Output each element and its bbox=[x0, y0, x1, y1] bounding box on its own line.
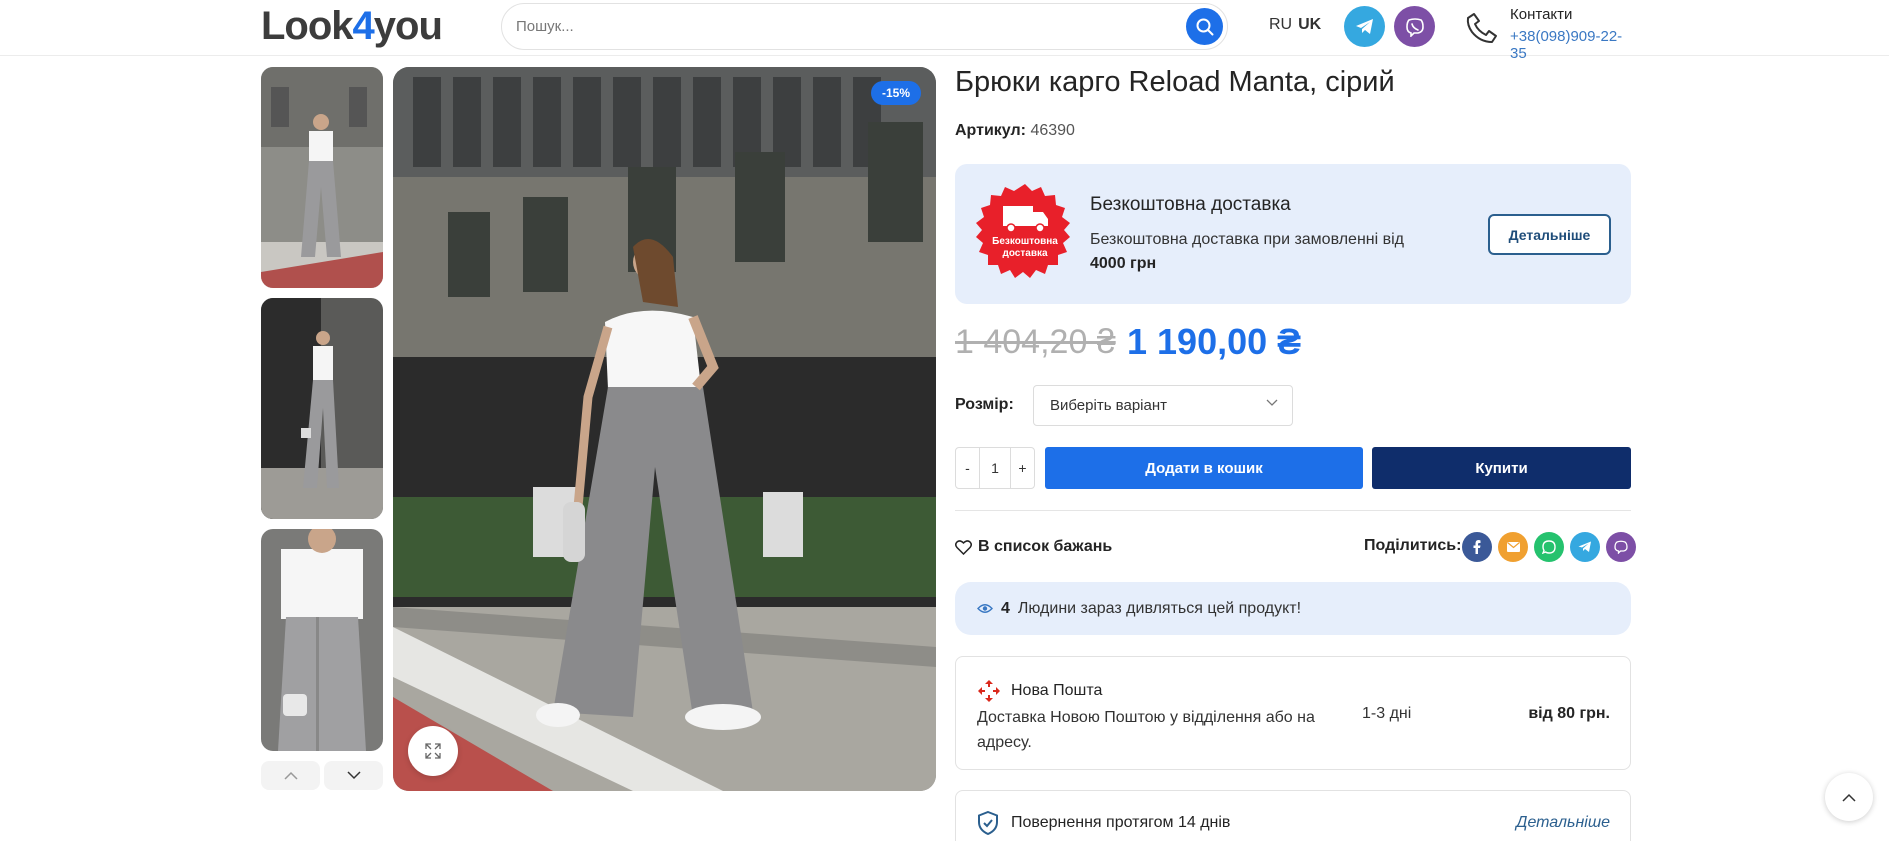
delivery-title: Безкоштовна доставка bbox=[1090, 194, 1291, 215]
quantity-minus-button[interactable]: - bbox=[956, 460, 979, 476]
telegram-button[interactable] bbox=[1344, 6, 1385, 47]
contacts-block[interactable]: Контакти +38(098)909-22-35 bbox=[1462, 6, 1632, 62]
logo-text-4: 4 bbox=[352, 3, 375, 48]
viewers-count: 4 bbox=[1001, 599, 1010, 617]
search-input[interactable] bbox=[516, 4, 1156, 49]
add-to-cart-button[interactable]: Додати в кошик bbox=[1045, 447, 1363, 489]
product-main-image[interactable] bbox=[393, 67, 936, 791]
gallery-thumbnail-1[interactable] bbox=[261, 67, 383, 288]
chevron-down-icon bbox=[346, 771, 361, 780]
site-logo[interactable]: Look 4 you bbox=[261, 3, 443, 48]
share-label: Поділитись: bbox=[1364, 537, 1462, 554]
contacts-title: Контакти bbox=[1510, 6, 1573, 23]
zoom-button[interactable] bbox=[408, 726, 458, 776]
buy-now-button[interactable]: Купити bbox=[1372, 447, 1631, 489]
search-icon bbox=[1196, 18, 1213, 35]
gallery-thumbnail-2[interactable] bbox=[261, 298, 383, 519]
share-facebook-button[interactable] bbox=[1462, 532, 1492, 562]
facebook-icon bbox=[1473, 540, 1481, 554]
shipping-description: Доставка Новою Поштою у відділення або н… bbox=[977, 709, 1315, 751]
lang-ru[interactable]: RU bbox=[1269, 16, 1292, 34]
free-delivery-badge-icon: Безкоштовна доставка bbox=[976, 184, 1070, 278]
quantity-plus-button[interactable]: + bbox=[1011, 460, 1034, 476]
delivery-threshold: 4000 грн bbox=[1090, 255, 1157, 272]
share-email-button[interactable] bbox=[1498, 532, 1528, 562]
search-button[interactable] bbox=[1186, 8, 1223, 45]
eye-icon bbox=[977, 604, 993, 613]
chevron-down-icon bbox=[1266, 399, 1278, 406]
nova-poshta-icon bbox=[978, 680, 1000, 702]
share-viber-button[interactable] bbox=[1606, 532, 1636, 562]
product-sku: Артикул: 46390 bbox=[955, 122, 1075, 140]
telegram-icon bbox=[1578, 541, 1591, 552]
delivery-text-main: Безкоштовна доставка при замовленні від bbox=[1090, 231, 1405, 248]
chevron-up-icon bbox=[283, 771, 298, 780]
viewers-text: Людини зараз дивляться цей продукт! bbox=[1017, 599, 1302, 617]
email-icon bbox=[1506, 542, 1520, 552]
delivery-text: Безкоштовна доставка при замовленні від … bbox=[1090, 228, 1430, 276]
product-title: Брюки карго Reload Manta, сірий bbox=[955, 66, 1395, 98]
heart-icon bbox=[955, 539, 972, 555]
lang-uk[interactable]: UK bbox=[1298, 16, 1321, 34]
viber-icon bbox=[1405, 17, 1424, 37]
share-whatsapp-button[interactable] bbox=[1534, 532, 1564, 562]
free-delivery-banner: Безкоштовна доставка Безкоштовна доставк… bbox=[955, 164, 1631, 304]
viber-button[interactable] bbox=[1394, 6, 1435, 47]
share-telegram-button[interactable] bbox=[1570, 532, 1600, 562]
logo-text-you: you bbox=[373, 3, 443, 48]
old-price: 1 404,20 ₴ bbox=[955, 323, 1116, 361]
site-header: Look4you RU UK Контакти +38(098)909-22-3… bbox=[0, 0, 1889, 62]
sale-badge: -15% bbox=[871, 81, 921, 105]
phone-icon bbox=[1466, 13, 1497, 43]
shield-check-icon bbox=[978, 811, 998, 835]
shipping-days: 1-3 дні bbox=[1362, 705, 1412, 722]
gallery-thumbnail-3[interactable] bbox=[261, 529, 383, 751]
thumbnails-prev-button[interactable] bbox=[261, 761, 320, 790]
whatsapp-icon bbox=[1542, 540, 1556, 554]
logo-text-look: Look bbox=[261, 3, 354, 48]
badge-text-2: доставка bbox=[1002, 248, 1047, 259]
return-more-link[interactable]: Детальніше bbox=[1516, 814, 1610, 832]
shipping-option-nova-poshta: Нова Пошта Доставка Новою Поштою у відді… bbox=[955, 656, 1631, 770]
size-select-value: Виберіть варіант bbox=[1050, 397, 1167, 414]
quantity-stepper: - 1 + bbox=[955, 447, 1035, 489]
contacts-phone[interactable]: +38(098)909-22-35 bbox=[1510, 28, 1632, 62]
quantity-input[interactable]: 1 bbox=[979, 448, 1011, 488]
size-label: Розмір: bbox=[955, 396, 1014, 413]
return-text: Повернення протягом 14 днів bbox=[1011, 814, 1231, 831]
current-price: 1 190,00 ₴ bbox=[1127, 321, 1302, 362]
thumbnails-next-button[interactable] bbox=[324, 761, 383, 790]
search-bar bbox=[501, 3, 1228, 50]
language-switcher: RU UK bbox=[1269, 16, 1321, 34]
viber-icon bbox=[1614, 540, 1628, 554]
shipping-price: від 80 грн. bbox=[1528, 705, 1610, 722]
wishlist-label: В список бажань bbox=[978, 538, 1113, 555]
sku-label: Артикул: bbox=[955, 122, 1026, 139]
telegram-icon bbox=[1355, 18, 1373, 34]
expand-icon bbox=[425, 743, 441, 759]
scroll-to-top-button[interactable] bbox=[1825, 773, 1873, 821]
delivery-more-button[interactable]: Детальніше bbox=[1488, 214, 1611, 255]
size-select[interactable]: Виберіть варіант bbox=[1033, 385, 1293, 426]
chevron-up-icon bbox=[1842, 793, 1856, 802]
sku-value: 46390 bbox=[1030, 122, 1075, 139]
divider bbox=[955, 510, 1631, 511]
badge-text-1: Безкоштовна bbox=[992, 236, 1058, 247]
size-label-text: Розмір bbox=[955, 396, 1009, 413]
shipping-name: Нова Пошта bbox=[1011, 682, 1103, 699]
wishlist-button[interactable]: В список бажань bbox=[955, 536, 1112, 558]
return-policy: Повернення протягом 14 днів Детальніше bbox=[955, 790, 1631, 841]
live-viewers-notice: 4 Людини зараз дивляться цей продукт! bbox=[955, 582, 1631, 635]
